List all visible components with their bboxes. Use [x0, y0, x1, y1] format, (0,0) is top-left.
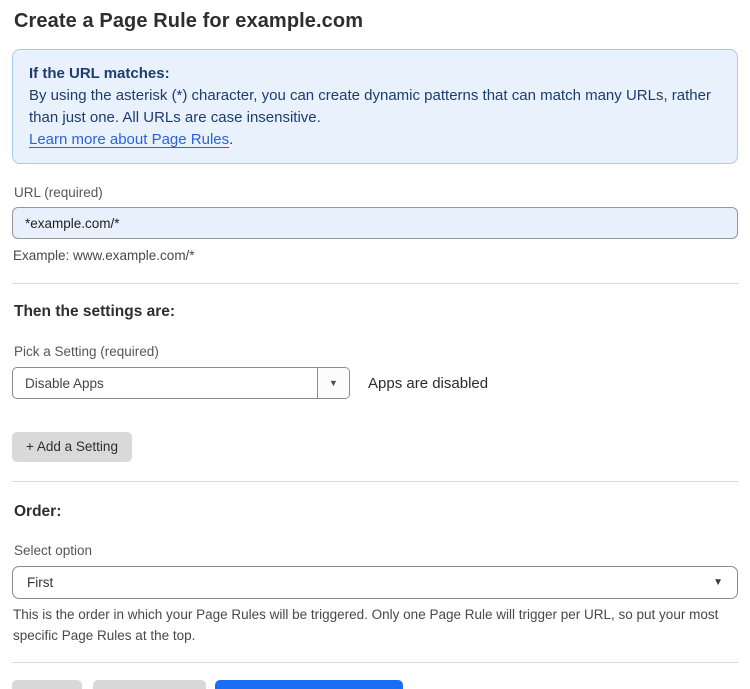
page-title: Create a Page Rule for example.com	[14, 10, 364, 32]
url-field-label: URL (required)	[14, 185, 103, 200]
order-section-heading: Order:	[14, 503, 62, 520]
setting-row: Disable Apps ▼ Apps are disabled	[12, 367, 738, 399]
info-box-link-line: Learn more about Page Rules.	[29, 129, 721, 151]
setting-picker-label: Pick a Setting (required)	[14, 344, 159, 359]
section-divider	[12, 283, 738, 284]
order-select-value: First	[27, 575, 54, 590]
footer-actions: Cancel Save as Draft Save and Deploy Pag…	[12, 680, 738, 689]
url-match-info-box: If the URL matches: By using the asteris…	[12, 49, 738, 164]
url-input[interactable]	[12, 207, 738, 239]
save-and-deploy-button[interactable]: Save and Deploy Page Rule	[215, 680, 403, 689]
footer-divider	[12, 662, 738, 663]
setting-select-value: Disable Apps	[25, 375, 104, 391]
order-select[interactable]: First ▼	[12, 566, 738, 599]
chevron-down-icon: ▼	[713, 577, 723, 588]
cancel-button[interactable]: Cancel	[12, 680, 82, 689]
learn-more-link[interactable]: Learn more about Page Rules	[29, 131, 229, 148]
order-helper-text: This is the order in which your Page Rul…	[13, 607, 719, 643]
chevron-down-icon[interactable]: ▼	[317, 368, 349, 398]
url-example-helper: Example: www.example.com/*	[13, 248, 195, 263]
section-divider	[12, 481, 738, 482]
link-suffix: .	[229, 131, 234, 148]
save-as-draft-button[interactable]: Save as Draft	[93, 680, 206, 689]
info-box-body: By using the asterisk (*) character, you…	[29, 87, 711, 126]
info-box-heading: If the URL matches:	[29, 65, 170, 82]
settings-section-heading: Then the settings are:	[14, 303, 176, 320]
add-setting-button[interactable]: + Add a Setting	[12, 432, 132, 462]
order-select-label: Select option	[14, 543, 93, 558]
create-page-rule-form: Create a Page Rule for example.com If th…	[0, 0, 750, 689]
setting-status-text: Apps are disabled	[368, 374, 489, 392]
setting-select[interactable]: Disable Apps ▼	[12, 367, 350, 399]
